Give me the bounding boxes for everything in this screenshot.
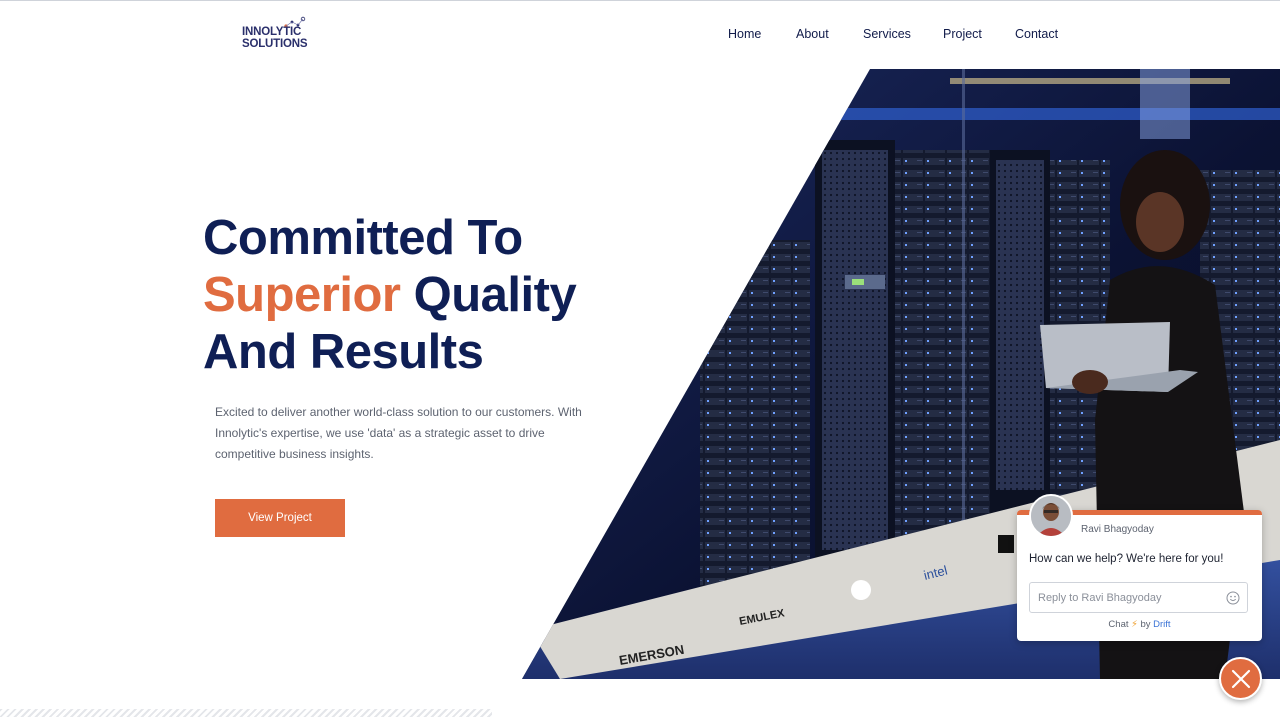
- hero-description: Excited to deliver another world-class s…: [215, 405, 582, 461]
- lightning-icon: ⚡: [1131, 619, 1138, 630]
- headline-line3: And Results: [203, 325, 484, 379]
- nav-contact[interactable]: Contact: [1015, 27, 1058, 41]
- nav-services[interactable]: Services: [863, 27, 911, 41]
- headline-line2-rest: Quality: [400, 268, 577, 322]
- chat-reply-input[interactable]: [1038, 590, 1218, 606]
- chat-widget: Ravi Bhagyoday How can we help? We're he…: [1017, 494, 1262, 641]
- headline-line1: Committed To: [203, 211, 523, 265]
- chat-footer-by: by: [1140, 619, 1151, 630]
- nav-about[interactable]: About: [796, 27, 829, 41]
- view-project-button[interactable]: View Project: [215, 499, 345, 537]
- hero-headline: Committed To Superior Quality And Result…: [203, 210, 577, 381]
- agent-avatar: [1029, 494, 1073, 538]
- chat-close-button[interactable]: [1219, 657, 1262, 700]
- chat-reply-box: [1029, 582, 1248, 613]
- emerson-logo: EMERSON: [618, 642, 685, 668]
- drift-link[interactable]: Drift: [1153, 619, 1170, 630]
- top-border: [0, 0, 1280, 1]
- nav-home[interactable]: Home: [728, 27, 761, 41]
- agent-name: Ravi Bhagyoday: [1081, 524, 1154, 535]
- chat-greeting-message: How can we help? We're here for you!: [1029, 553, 1224, 565]
- headline-accent-word: Superior: [203, 268, 401, 322]
- chat-footer-label: Chat: [1108, 619, 1129, 630]
- intel-logo: intel: [922, 563, 949, 583]
- smiley-icon[interactable]: [1226, 591, 1240, 605]
- close-icon: [1231, 669, 1251, 689]
- emulex-logo: EMULEX: [738, 607, 786, 628]
- logo-text-line1: INNOLYTIC: [242, 26, 302, 38]
- nav-project[interactable]: Project: [943, 27, 982, 41]
- decorative-hatch-strip: [0, 709, 492, 717]
- logo-text-line2: SOLUTIONS: [242, 38, 308, 50]
- company-logo[interactable]: INNOLYTIC SOLUTIONS: [242, 16, 312, 56]
- chat-footer: Chat ⚡ by Drift: [1017, 619, 1262, 630]
